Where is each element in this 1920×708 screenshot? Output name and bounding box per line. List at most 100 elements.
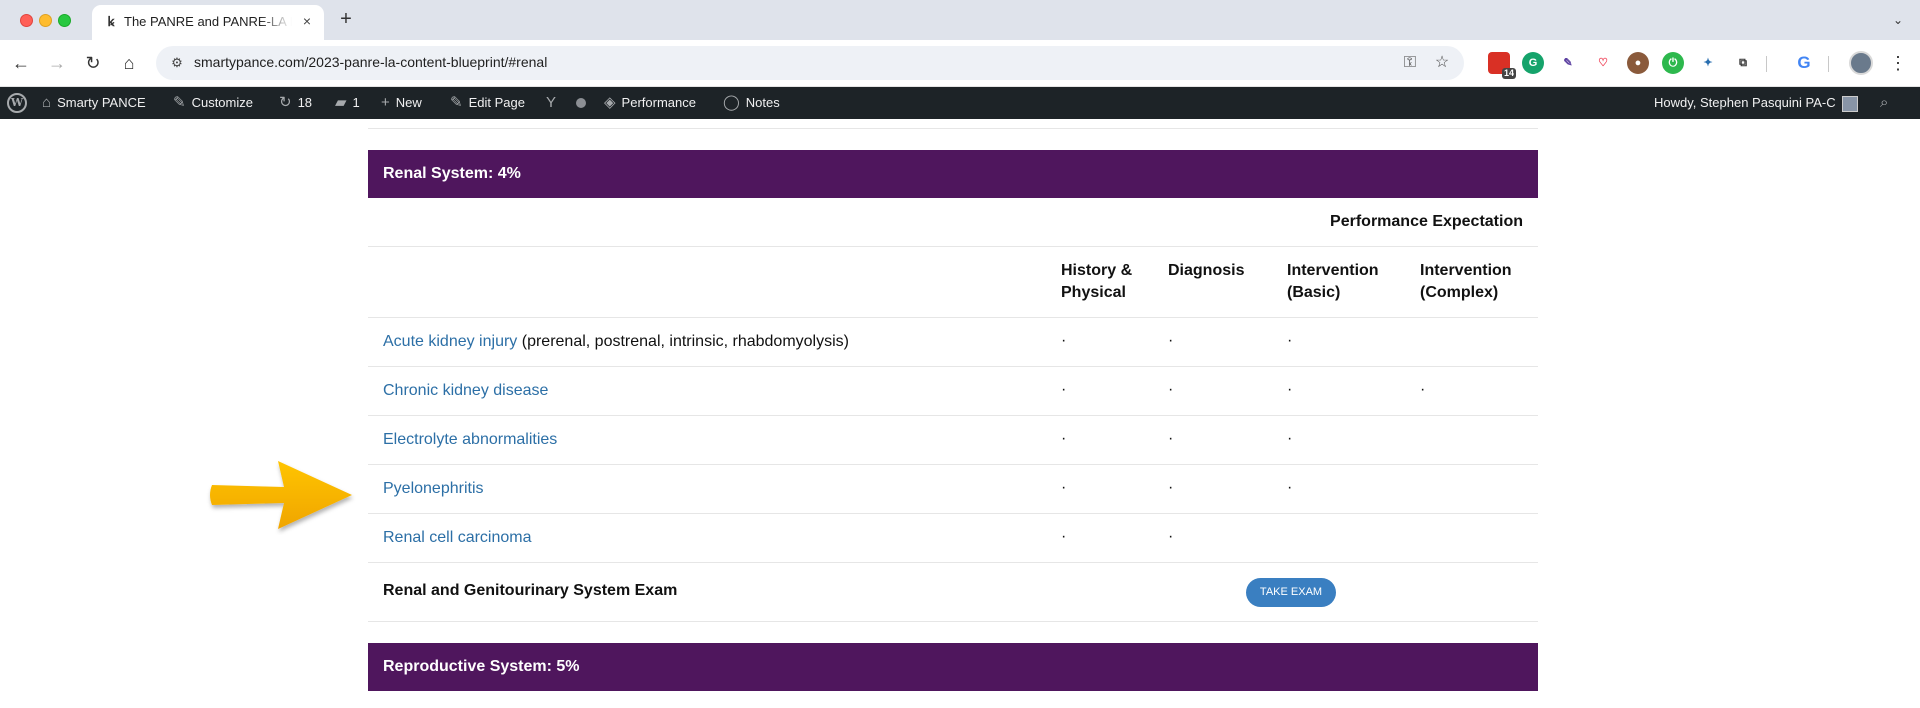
adminbar-edit-page[interactable]: ✎ Edit Page [450,87,525,119]
hp-mark: · [1061,479,1067,496]
condition-link[interactable]: Acute kidney injury [383,333,517,350]
condition-cell: Renal cell carcinoma [383,529,532,547]
updates-icon: ↻ [279,94,292,111]
yellow-arrow-icon [210,461,352,529]
extensions-puzzle-icon[interactable]: ⧉ [1732,52,1754,74]
adminbar-new[interactable]: + New [381,87,422,119]
diagnosis-mark: · [1168,430,1174,447]
grammarly-extension-icon[interactable]: G [1522,52,1544,74]
password-key-icon[interactable]: ⚿ [1400,53,1420,73]
performance-expectation-heading: Performance Expectation [1330,213,1523,230]
condition-link[interactable]: Renal cell carcinoma [383,529,532,546]
renal-section-header: Renal System: 4% [368,150,1538,198]
adminbar-updates[interactable]: ↻ 18 [279,87,312,119]
take-exam-button[interactable]: TAKE EXAM [1246,578,1336,607]
seo-status-dot [576,98,586,108]
adminbar-comments[interactable]: ▰ 1 [335,87,360,119]
bookmark-star-icon[interactable]: ☆ [1432,53,1452,73]
browser-tab-bar: ꝃ The PANRE and PANRE-LA Interactive Con… [0,0,1920,40]
wordpress-logo-icon[interactable]: W [7,93,27,113]
notes-icon: ◯ [723,94,740,111]
diagnosis-mark: · [1168,528,1174,545]
table-header-row: History & Physical Diagnosis Interventio… [368,247,1538,318]
browser-menu-icon[interactable]: ⋮ [1888,51,1908,75]
adminbar-performance[interactable]: ◈ Performance [604,87,696,119]
condition-link[interactable]: Pyelonephritis [383,480,484,497]
column-history-physical: History & Physical [1061,262,1133,301]
pen-extension-icon[interactable]: ✎ [1557,52,1579,74]
comments-count: 1 [352,95,360,110]
pocket-extension-icon[interactable]: ♡ [1592,52,1614,74]
profile-avatar[interactable] [1849,51,1873,75]
adminbar-notes[interactable]: ◯ Notes [723,87,780,119]
yoast-icon: Y [546,94,557,111]
table-row: Pyelonephritis · · · [368,465,1538,514]
condition-link[interactable]: Electrolyte abnormalities [383,431,557,448]
performance-expectation-row: Performance Expectation [368,198,1538,247]
performance-icon: ◈ [604,94,616,111]
column-intervention-complex: Intervention (Complex) [1420,262,1512,301]
site-name-label: Smarty PANCE [57,95,146,110]
toolbar-separator [1766,56,1767,72]
customize-label: Customize [191,95,253,110]
howdy-label: Howdy, Stephen Pasquini PA-C [1654,95,1836,110]
condition-link[interactable]: Chronic kidney disease [383,382,548,399]
condition-cell: Chronic kidney disease [383,382,548,400]
table-row: Acute kidney injury (prerenal, postrenal… [368,318,1538,367]
new-label: New [395,95,422,110]
brush-icon: ✎ [173,94,186,111]
cookie-extension-icon[interactable]: ● [1627,52,1649,74]
intervention-basic-mark: · [1287,381,1293,398]
address-bar[interactable]: ⚙ smartypance.com/2023-panre-la-content-… [156,46,1464,80]
adminbar-search[interactable]: ⌕ [1880,87,1894,119]
table-row: Electrolyte abnormalities · · · [368,416,1538,465]
close-window-button[interactable] [20,14,33,27]
table-row: Renal cell carcinoma · · [368,514,1538,563]
exam-title: Renal and Genitourinary System Exam [383,582,678,599]
condition-note: (prerenal, postrenal, intrinsic, rhabdom… [521,333,849,350]
intervention-basic-mark: · [1287,332,1293,349]
url-text[interactable]: smartypance.com/2023-panre-la-content-bl… [194,54,547,70]
adminbar-customize[interactable]: ✎ Customize [173,87,253,119]
divider [368,128,1538,129]
maximize-window-button[interactable] [58,14,71,27]
power-extension-icon[interactable]: ⏻ [1662,52,1684,74]
diagnosis-mark: · [1168,381,1174,398]
search-icon: ⌕ [1880,94,1889,111]
calendar-extension-icon[interactable]: 14 [1488,52,1516,79]
adminbar-site-name[interactable]: ⌂ Smarty PANCE [42,87,146,119]
hp-mark: · [1061,430,1067,447]
condition-cell: Pyelonephritis [383,480,484,498]
forward-button[interactable]: → [45,51,69,75]
edit-page-label: Edit Page [468,95,525,110]
browser-tab[interactable]: ꝃ The PANRE and PANRE-LA Interactive Con… [92,5,324,40]
back-button[interactable]: ← [9,51,33,75]
hp-mark: · [1061,381,1067,398]
site-favicon-icon: ꝃ [107,14,115,29]
minimize-window-button[interactable] [39,14,52,27]
adminbar-yoast[interactable]: Y [546,87,562,119]
updates-count: 18 [297,95,313,110]
notes-label: Notes [745,95,780,110]
google-icon[interactable]: G [1793,52,1815,74]
dashboard-icon: ⌂ [42,94,52,111]
site-info-icon[interactable]: ⚙ [168,54,186,72]
new-tab-button[interactable]: + [334,8,358,32]
intervention-complex-mark: · [1420,381,1426,398]
browser-toolbar: ← → ↻ ⌂ ⚙ smartypance.com/2023-panre-la-… [0,40,1920,87]
performance-label: Performance [621,95,696,110]
tab-search-icon[interactable]: ⌄ [1888,10,1908,30]
diagnosis-mark: · [1168,479,1174,496]
pencil-icon: ✎ [450,94,463,111]
wp-admin-bar: W ⌂ Smarty PANCE ✎ Customize ↻ 18 ▰ 1 + New ✎… [0,87,1920,119]
plus-icon: + [381,94,390,111]
extension-badge: 14 [1501,68,1516,79]
comment-icon: ▰ [335,94,347,111]
adminbar-account[interactable]: Howdy, Stephen Pasquini PA-C [1654,87,1858,119]
hp-mark: · [1061,528,1067,545]
wordpress-extension-icon[interactable]: ✦ [1697,52,1719,74]
column-intervention-basic: Intervention (Basic) [1287,262,1379,301]
home-button[interactable]: ⌂ [117,51,141,75]
reload-button[interactable]: ↻ [81,51,105,75]
close-tab-icon[interactable]: × [298,12,316,30]
